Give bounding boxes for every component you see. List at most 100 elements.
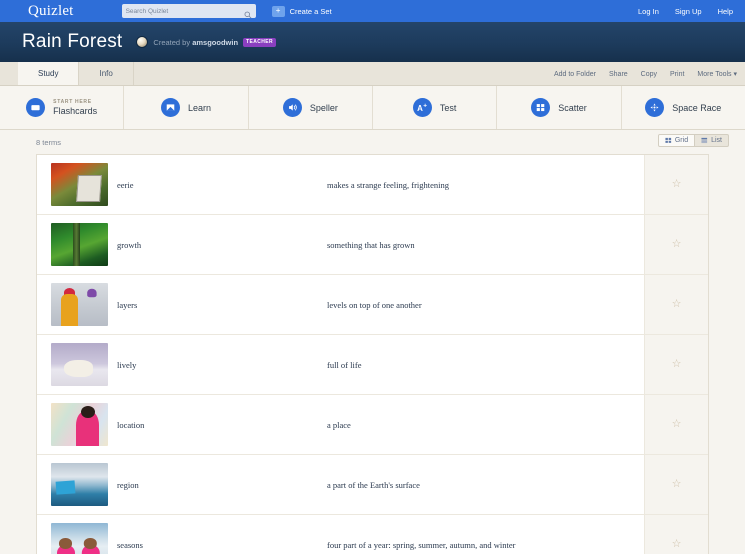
create-a-set-label: Create a Set	[289, 6, 332, 16]
avatar	[136, 36, 149, 48]
svg-text:+: +	[423, 103, 427, 110]
term-image[interactable]	[51, 163, 108, 206]
term-image-cell	[37, 155, 108, 214]
definition-text: a place	[327, 419, 351, 430]
study-mode-label: Flashcards	[53, 106, 98, 116]
set-tools: Add to Folder Share Copy Print More Tool…	[554, 62, 737, 86]
star-button[interactable]: ☆	[644, 395, 708, 454]
star-button[interactable]: ☆	[644, 455, 708, 514]
term-image[interactable]	[51, 343, 108, 386]
tab-study[interactable]: Study	[18, 62, 80, 85]
plus-icon: +	[271, 5, 285, 17]
view-toggle: Grid List	[657, 134, 729, 147]
term-text: layers	[117, 299, 138, 310]
nav-links: Log In Sign Up Help	[638, 0, 733, 22]
term-text: lively	[117, 359, 137, 370]
top-navigation-bar: Quizlet + Create a Set Log In Sign Up He…	[0, 0, 745, 22]
more-tools-dropdown[interactable]: More Tools ▾	[697, 70, 737, 78]
study-mode-scatter[interactable]: Scatter	[497, 86, 622, 129]
term-text: location	[117, 419, 145, 430]
star-button[interactable]: ☆	[644, 515, 708, 554]
term-image[interactable]	[51, 463, 108, 506]
table-row: region a part of the Earth's surface ☆	[37, 455, 708, 515]
create-a-set-button[interactable]: + Create a Set	[271, 5, 332, 17]
term-text: region	[117, 479, 139, 490]
print-button[interactable]: Print	[670, 71, 684, 78]
add-to-folder-button[interactable]: Add to Folder	[554, 71, 596, 78]
copy-button[interactable]: Copy	[641, 71, 657, 78]
term-image-cell	[37, 335, 108, 394]
terms-count: 8 terms	[36, 137, 62, 147]
term-image-cell	[37, 275, 108, 334]
definition-text: something that has grown	[327, 239, 415, 250]
table-row: layers levels on top of one another ☆	[37, 275, 708, 335]
study-mode-label: Space Race	[672, 102, 722, 113]
byline: Created by amsgoodwin TEACHER	[136, 36, 276, 48]
list-view-icon	[701, 137, 708, 144]
help-link[interactable]: Help	[718, 7, 733, 16]
search-icon	[244, 6, 252, 24]
search-box[interactable]	[121, 4, 256, 19]
term-image[interactable]	[51, 223, 108, 266]
speaker-icon	[282, 98, 302, 117]
share-button[interactable]: Share	[609, 71, 628, 78]
definition-text: four part of a year: spring, summer, aut…	[327, 539, 516, 550]
table-row: seasons four part of a year: spring, sum…	[37, 515, 708, 554]
term-image-cell	[37, 515, 108, 554]
signup-link[interactable]: Sign Up	[675, 7, 702, 16]
study-mode-test[interactable]: A + Test	[373, 86, 498, 129]
definition-text: makes a strange feeling, frightening	[327, 179, 450, 190]
tabs: Study Info	[18, 62, 134, 85]
term-image-cell	[37, 215, 108, 274]
star-icon: ☆	[671, 538, 682, 550]
learn-icon	[160, 98, 180, 117]
grid-icon	[531, 98, 551, 117]
start-here-kicker: START HERE	[53, 99, 92, 105]
terms-list: eerie makes a strange feeling, frighteni…	[36, 154, 709, 554]
space-race-icon	[645, 98, 665, 117]
svg-text:A: A	[417, 104, 423, 113]
author-name[interactable]: amsgoodwin	[192, 38, 238, 47]
terms-header: 8 terms Grid List	[0, 130, 745, 154]
tab-info[interactable]: Info	[79, 62, 134, 85]
study-mode-label: Scatter	[558, 102, 587, 113]
term-image-cell	[37, 395, 108, 454]
table-row: growth something that has grown ☆	[37, 215, 708, 275]
study-mode-label: Learn	[187, 102, 211, 113]
study-modes-bar: START HERE Flashcards Learn Speller A + …	[0, 86, 745, 130]
study-mode-space-race[interactable]: Space Race	[622, 86, 745, 129]
term-image-cell	[37, 455, 108, 514]
term-image[interactable]	[51, 283, 108, 326]
created-by-prefix: Created by	[153, 37, 193, 47]
star-button[interactable]: ☆	[644, 155, 708, 214]
term-text: seasons	[117, 539, 143, 550]
quizlet-logo[interactable]: Quizlet	[28, 3, 74, 19]
study-mode-label: Test	[439, 102, 457, 113]
definition-text: levels on top of one another	[327, 299, 422, 310]
star-button[interactable]: ☆	[644, 335, 708, 394]
term-image[interactable]	[51, 403, 108, 446]
view-list-label: List	[711, 137, 722, 144]
study-mode-flashcards[interactable]: START HERE Flashcards	[0, 86, 125, 129]
view-list-button[interactable]: List	[694, 135, 728, 146]
flashcards-icon	[26, 98, 46, 117]
star-icon: ☆	[671, 178, 682, 190]
term-text: eerie	[117, 179, 134, 190]
study-mode-learn[interactable]: Learn	[124, 86, 249, 129]
login-link[interactable]: Log In	[638, 7, 659, 16]
view-grid-button[interactable]: Grid	[658, 135, 695, 146]
table-row: eerie makes a strange feeling, frighteni…	[37, 155, 708, 215]
table-row: location a place ☆	[37, 395, 708, 455]
term-image[interactable]	[51, 523, 108, 554]
star-button[interactable]: ☆	[644, 275, 708, 334]
star-icon: ☆	[671, 418, 682, 430]
view-grid-label: Grid	[674, 137, 689, 144]
search-input[interactable]	[125, 5, 236, 17]
star-button[interactable]: ☆	[644, 215, 708, 274]
star-icon: ☆	[671, 358, 682, 370]
definition-text: a part of the Earth's surface	[327, 479, 420, 490]
star-icon: ☆	[671, 298, 682, 310]
study-mode-speller[interactable]: Speller	[249, 86, 373, 129]
set-title-band: Rain Forest Created by amsgoodwin TEACHE…	[0, 22, 745, 62]
a-plus-icon: A +	[412, 98, 432, 117]
